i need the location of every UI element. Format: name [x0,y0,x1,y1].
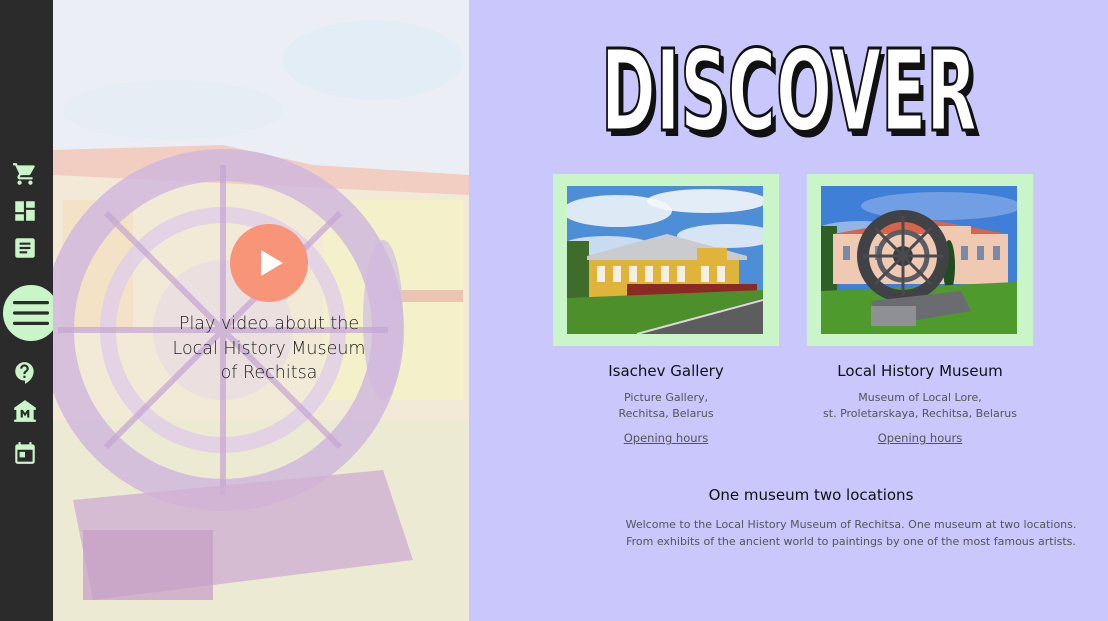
about-title: One museum two locations [708,486,914,504]
play-video-button[interactable] [230,224,308,302]
about-text-line: Welcome to the Local History Museum of R… [625,518,1077,531]
location-image-frame[interactable] [553,174,779,346]
dashboard-icon[interactable] [12,198,38,224]
opening-hours-link[interactable]: Opening hours [807,431,1033,445]
calendar-icon[interactable] [12,440,38,466]
video-caption-line: Local History Museum [172,338,366,359]
location-name: Local History Museum [837,362,1003,380]
cart-icon[interactable] [12,161,38,187]
discover-title-text: DISCOVER [601,34,977,146]
menu-icon [13,301,49,325]
play-icon [261,250,283,276]
location-description-line: Rechitsa, Belarus [618,407,714,420]
location-description-line: Picture Gallery, [624,391,708,404]
location-card-local-history: Local History Museum Museum of Local Lor… [807,174,1033,445]
location-card-isachev: Isachev Gallery Picture Gallery, Rechits… [553,174,779,445]
article-icon[interactable] [12,235,38,261]
about-text: Welcome to the Local History Museum of R… [549,516,1108,550]
isachev-gallery-photo [567,186,763,334]
museum-sketch-background [53,0,469,621]
local-history-museum-photo [821,186,1017,334]
location-description-line: st. Proletarskaya, Rechitsa, Belarus [823,407,1017,420]
video-caption-line: of Rechitsa [220,363,318,383]
location-description: Picture Gallery, Rechitsa, Belarus [553,390,779,422]
opening-hours-link[interactable]: Opening hours [553,431,779,445]
location-description: Museum of Local Lore, st. Proletarskaya,… [807,390,1033,422]
museum-icon[interactable] [12,398,38,424]
video-caption: Play video about the Local History Museu… [153,312,385,386]
about-text-line: From exhibits of the ancient world to pa… [626,535,1076,548]
location-image-frame[interactable] [807,174,1033,346]
video-caption-line: Play video about the [178,314,360,334]
location-description-line: Museum of Local Lore, [858,391,982,404]
location-name: Isachev Gallery [608,362,724,380]
sidebar [0,0,62,621]
discover-panel: DISCOVER DISCOVER Isachev Gallery Pictur… [469,0,1108,621]
discover-title: DISCOVER DISCOVER [469,26,1108,164]
video-hero[interactable]: Play video about the Local History Museu… [53,0,469,621]
help-icon[interactable] [12,360,38,386]
